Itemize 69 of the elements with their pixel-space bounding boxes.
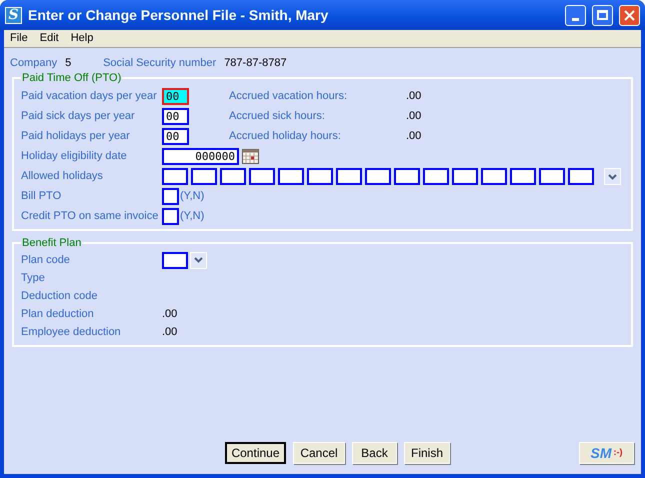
dropdown-button[interactable]: [604, 168, 621, 185]
input-field[interactable]: 00: [162, 108, 189, 125]
field-value: .00: [162, 306, 178, 322]
input-field[interactable]: [539, 168, 565, 185]
app-icon: S: [5, 6, 22, 24]
input-field[interactable]: [510, 168, 536, 185]
input-field[interactable]: [568, 168, 594, 185]
field-value: 787-87-8787: [224, 56, 287, 71]
field-label: Credit PTO on same invoice: [21, 209, 160, 224]
input-field[interactable]: [162, 208, 179, 225]
field-label: Deduction code: [21, 288, 98, 304]
input-field[interactable]: [452, 168, 478, 185]
chevron-down-icon: [194, 257, 203, 263]
field-label: Paid sick days per year: [21, 109, 136, 124]
input-field[interactable]: [220, 168, 246, 185]
input-field[interactable]: [162, 252, 188, 268]
field-label: Bill PTO: [21, 189, 62, 204]
field-label: Paid vacation days per year: [21, 89, 158, 104]
field-label: Company: [10, 56, 58, 71]
field-label: Employee deduction: [21, 324, 122, 340]
menu-item[interactable]: Edit: [40, 30, 59, 47]
input-field[interactable]: [162, 188, 179, 205]
input-field[interactable]: [481, 168, 507, 185]
calendar-icon[interactable]: [242, 149, 259, 164]
dialog-button[interactable]: Continue: [225, 442, 286, 464]
field-label: Holiday eligibility date: [21, 149, 128, 164]
input-field[interactable]: [249, 168, 275, 185]
window-title: Enter or Change Personnel File - Smith, Mary: [28, 6, 330, 25]
input-field[interactable]: 00: [162, 88, 189, 105]
field-value: .00: [406, 129, 422, 144]
field-label: Accrued vacation hours:: [229, 89, 348, 104]
dialog-button[interactable]: Back: [352, 442, 397, 464]
format-hint: (Y,N): [180, 209, 204, 224]
input-field[interactable]: [423, 168, 449, 185]
minimize-button[interactable]: [565, 4, 586, 26]
menu-item[interactable]: File: [10, 30, 28, 47]
dialog-button[interactable]: Cancel: [293, 442, 345, 464]
input-field[interactable]: [278, 168, 304, 185]
close-icon: [624, 10, 635, 20]
menu-item[interactable]: Help: [70, 30, 94, 47]
input-field[interactable]: [191, 168, 217, 185]
dialog-button[interactable]: Finish: [404, 442, 450, 464]
field-value: .00: [406, 109, 422, 124]
input-field[interactable]: 000000: [162, 148, 239, 165]
field-label: Allowed holidays: [21, 169, 104, 184]
close-button[interactable]: [619, 4, 640, 26]
chevron-down-icon: [608, 174, 617, 180]
field-label: Plan code: [21, 252, 71, 268]
input-field[interactable]: [394, 168, 420, 185]
field-label: Type: [21, 270, 46, 286]
field-value: .00: [162, 324, 178, 340]
field-label: Paid holidays per year: [21, 129, 131, 144]
input-field[interactable]: [307, 168, 333, 185]
format-hint: (Y,N): [180, 189, 204, 204]
group-title: Paid Time Off (PTO): [21, 71, 122, 86]
field-value: .00: [406, 89, 422, 104]
field-label: Accrued sick hours:: [229, 109, 326, 124]
input-field[interactable]: [336, 168, 362, 185]
maximize-button[interactable]: [592, 4, 613, 26]
field-label: Social Security number: [103, 56, 216, 71]
field-label: Plan deduction: [21, 306, 95, 322]
dropdown-button[interactable]: [190, 252, 207, 268]
field-label: Accrued holiday hours:: [229, 129, 342, 144]
field-value: 5: [65, 56, 72, 71]
logo-button[interactable]: SM:-): [579, 442, 634, 464]
group-title: Benefit Plan: [21, 236, 82, 250]
input-field[interactable]: 00: [162, 128, 189, 145]
input-field[interactable]: [365, 168, 391, 185]
input-field[interactable]: [162, 168, 188, 185]
